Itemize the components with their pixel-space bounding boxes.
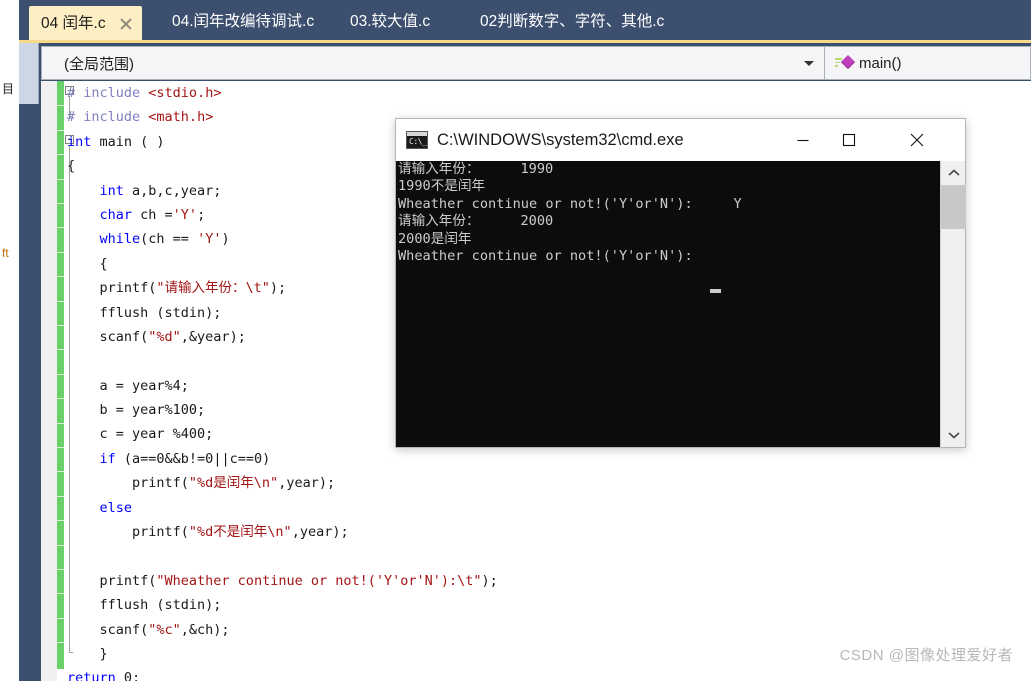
console-output-text: 请输入年份： 1990 1990不是闰年 Wheather continue or … <box>398 161 742 265</box>
code-line: else <box>99 499 133 516</box>
console-scrollbar[interactable] <box>940 161 966 447</box>
member-dropdown-value: main() <box>859 54 902 72</box>
chevron-up-icon[interactable] <box>941 161 966 185</box>
tab-close-icon[interactable] <box>118 16 134 32</box>
maximize-icon[interactable] <box>826 119 872 161</box>
member-dropdown[interactable]: main() <box>825 46 1031 80</box>
console-line: 2000是闰年 <box>398 230 472 247</box>
editor-indicator-margin[interactable] <box>41 81 57 681</box>
dock-label-top: 目 <box>2 82 15 96</box>
scope-dropdown-value: (全局范围) <box>64 55 134 73</box>
console-line: 请输入年份： 1990 <box>398 161 554 177</box>
console-line: Wheather continue or not!('Y'or'N'): <box>398 248 693 265</box>
editor-change-bar <box>57 81 64 669</box>
console-output-area[interactable]: 请输入年份： 1990 1990不是闰年 Wheather continue or … <box>396 161 965 447</box>
scrollbar-thumb[interactable] <box>941 185 966 229</box>
code-line: return 0; <box>67 670 141 681</box>
code-line: scanf("%c",&ch); <box>67 621 230 638</box>
console-cursor <box>710 289 721 293</box>
code-line: printf("Wheather continue or not!('Y'or'… <box>67 572 498 589</box>
editor-tab-strip: 04 闰年.c 04.闰年改编待调试.c 03.较大值.c 02判断数字、字符、… <box>19 0 1031 40</box>
tab-strip-underline <box>19 40 1031 43</box>
console-line: Wheather continue or not!('Y'or'N'): Y <box>398 195 742 212</box>
code-line: if (a==0&&b!=0||c==0) <box>99 450 271 467</box>
scope-dropdown[interactable]: (全局范围) <box>41 46 825 80</box>
tab-label: 03.较大值.c <box>350 13 431 31</box>
cmd-icon: C:\_ <box>406 131 428 149</box>
chevron-down-icon[interactable] <box>804 61 814 66</box>
tab-04-leapyear[interactable]: 04 闰年.c <box>29 6 142 40</box>
tab-04-leapyear-rewrite[interactable]: 04.闰年改编待调试.c <box>172 4 314 40</box>
code-line: fflush (stdin); <box>67 597 222 614</box>
console-line: 请输入年份： 2000 <box>398 213 554 230</box>
code-line: printf("%d是闰年\n",year); <box>67 475 336 492</box>
console-titlebar[interactable]: C:\_ C:\WINDOWS\system32\cmd.exe <box>396 119 965 161</box>
code-line: } <box>67 645 108 662</box>
chevron-down-icon[interactable] <box>941 423 966 447</box>
console-line: 1990不是闰年 <box>398 178 486 195</box>
tab-label: 02判断数字、字符、其他.c <box>480 13 665 31</box>
chrome-band <box>19 0 41 681</box>
console-title: C:\WINDOWS\system32\cmd.exe <box>437 130 684 149</box>
dock-scrollbar[interactable] <box>19 36 39 104</box>
tab-label: 04.闰年改编待调试.c <box>172 13 315 31</box>
cmd-console-window[interactable]: C:\_ C:\WINDOWS\system32\cmd.exe 请输入年份： … <box>395 118 966 448</box>
navigation-bar: (全局范围) main() <box>41 46 1031 80</box>
code-line: # include <stdio.h> <box>67 85 222 101</box>
minimize-icon[interactable] <box>780 119 826 161</box>
method-icon <box>835 54 856 71</box>
left-dock-strip: 目 ft <box>0 0 19 681</box>
close-icon[interactable] <box>894 119 940 161</box>
dock-label-bottom: ft <box>2 246 9 260</box>
tab-label: 04 闰年.c <box>41 15 106 33</box>
ide-window: 目 ft 04 闰年.c 04.闰年改编待调试.c 03.较大值.c 02判断数… <box>0 0 1031 681</box>
tab-03-larger-value[interactable]: 03.较大值.c <box>350 4 430 40</box>
tab-02-judge-char[interactable]: 02判断数字、字符、其他.c <box>480 4 664 40</box>
code-line: printf("%d不是闰年\n",year); <box>67 524 349 541</box>
